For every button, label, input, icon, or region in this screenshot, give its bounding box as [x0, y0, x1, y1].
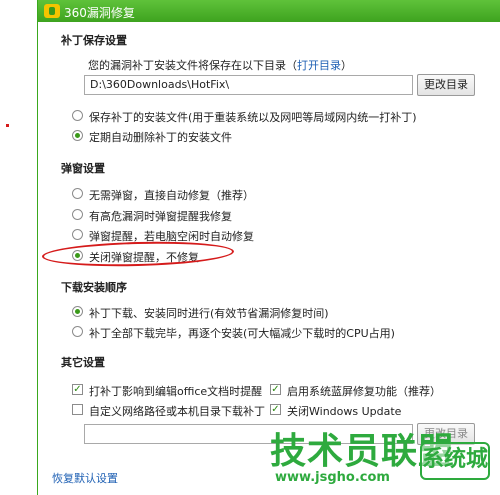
radio-indicator-selected	[72, 130, 83, 141]
checkbox-unchecked	[72, 404, 83, 415]
checkbox-checked: ✓	[72, 384, 83, 395]
radio-indicator	[72, 326, 83, 337]
radio-label: 补丁全部下载完毕，再逐个安装(可大幅减少下载时的CPU占用)	[89, 327, 395, 340]
title-bar[interactable]: 360漏洞修复	[38, 0, 500, 22]
radio-label: 无需弹窗，直接自动修复（推荐）	[89, 189, 254, 202]
check-label: 自定义网络路径或本机目录下载补丁	[89, 405, 265, 418]
radio-indicator	[72, 209, 83, 220]
radio-indicator-selected	[72, 306, 83, 317]
checkbox-checked: ✓	[270, 384, 281, 395]
section-title-patch-save: 补丁保存设置	[61, 34, 127, 47]
change-dir-button[interactable]: 更改目录	[417, 74, 475, 96]
watermark-badge: 系统城	[420, 442, 490, 480]
section-title-download: 下载安装顺序	[61, 281, 127, 294]
radio-indicator	[72, 229, 83, 240]
section-title-popup: 弹窗设置	[61, 162, 105, 175]
open-dir-link[interactable]: 打开目录	[297, 59, 341, 72]
save-path-input[interactable]	[84, 75, 413, 95]
radio-label: 定期自动删除补丁的安装文件	[89, 131, 232, 144]
radio-indicator	[72, 188, 83, 199]
restore-defaults-link[interactable]: 恢复默认设置	[52, 470, 118, 486]
save-dir-description: 您的漏洞补丁安装文件将保存在以下目录（打开目录）	[88, 59, 352, 72]
annotation-dot	[6, 124, 9, 127]
checkbox-checked: ✓	[270, 404, 281, 415]
radio-label: 有高危漏洞时弹窗提醒我修复	[89, 210, 232, 223]
watermark-url: www.jsgho.com	[275, 470, 390, 485]
app-logo-icon	[44, 4, 60, 18]
check-label: 打补丁影响到编辑office文档时提醒	[89, 385, 263, 398]
check-label: 启用系统蓝屏修复功能（推荐）	[287, 385, 441, 398]
window-title: 360漏洞修复	[64, 6, 135, 20]
section-title-other: 其它设置	[61, 356, 105, 369]
radio-indicator	[72, 110, 83, 121]
radio-label: 保存补丁的安装文件(用于重装系统以及网吧等局域网内统一打补丁)	[89, 111, 417, 124]
check-label: 关闭Windows Update	[287, 405, 402, 418]
radio-label: 补丁下载、安装同时进行(有效节省漏洞修复时间)	[89, 307, 329, 320]
